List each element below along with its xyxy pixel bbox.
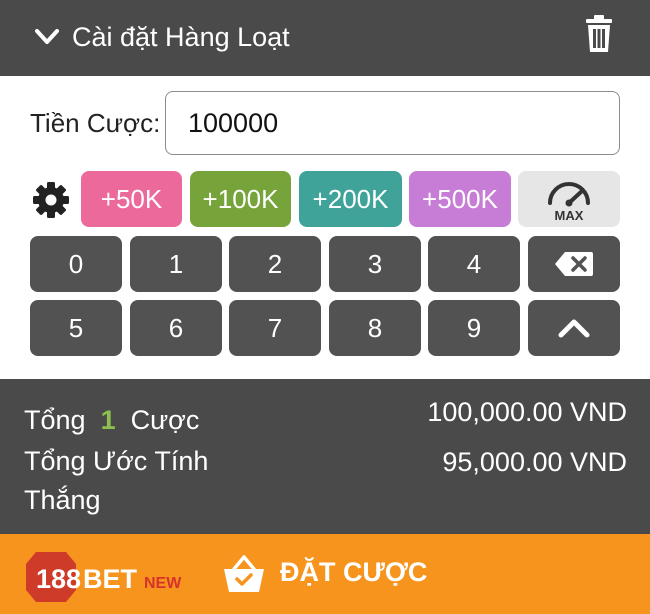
key-1[interactable]: 1 [130,236,222,292]
188bet-logo: 188 BET NEW [26,552,182,602]
svg-text:BET: BET [83,564,138,594]
svg-text:188: 188 [36,564,81,594]
key-9[interactable]: 9 [428,300,520,356]
add-200k-button[interactable]: +200K [299,171,402,227]
key-0[interactable]: 0 [30,236,122,292]
key-5[interactable]: 5 [30,300,122,356]
add-100k-button[interactable]: +100K [190,171,291,227]
estimated-win-amount: 95,000.00 VND [442,447,627,477]
chevron-down-icon[interactable] [34,26,60,48]
stake-input[interactable] [165,91,620,155]
total-bets-count: 1 [100,405,116,435]
bet-summary: Tổng 1 Cược 100,000.00 VND Tổng Ước Tính… [0,379,650,534]
panel-header[interactable]: Cài đặt Hàng Loạt [0,0,650,76]
trash-icon[interactable] [584,14,614,54]
estimated-win-label-line2: Thắng [24,485,101,515]
backspace-button[interactable] [528,236,620,292]
key-8[interactable]: 8 [329,300,421,356]
panel-title: Cài đặt Hàng Loạt [72,22,290,52]
stake-label: Tiền Cược: [30,108,161,138]
key-7[interactable]: 7 [229,300,321,356]
max-label: MAX [555,208,584,223]
key-2[interactable]: 2 [229,236,321,292]
chevron-up-icon [558,319,590,338]
total-stake-amount: 100,000.00 VND [427,397,627,427]
key-4[interactable]: 4 [428,236,520,292]
backspace-icon [555,252,593,276]
estimated-win-label: Tổng Ước Tính [24,446,209,476]
speedometer-max-icon: MAX [548,182,590,223]
gear-icon[interactable] [32,181,70,219]
add-500k-button[interactable]: +500K [409,171,511,227]
collapse-keypad-button[interactable] [528,300,620,356]
bulk-settings-panel: Cài đặt Hàng Loạt Tiền Cược: +50K +100K … [0,0,650,614]
svg-text:NEW: NEW [144,575,182,592]
total-bets-label: Tổng 1 Cược [24,405,200,435]
place-bet-label: ĐẶT CƯỢC [280,557,428,587]
add-50k-button[interactable]: +50K [81,171,182,227]
key-6[interactable]: 6 [130,300,222,356]
basket-icon [224,555,264,592]
key-3[interactable]: 3 [329,236,421,292]
max-button[interactable]: MAX [518,171,620,227]
